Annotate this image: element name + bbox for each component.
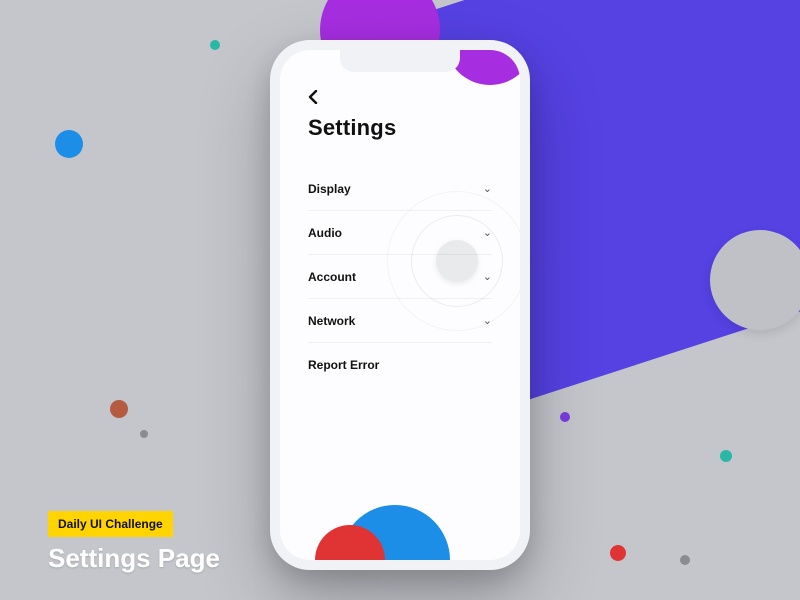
page-caption: Settings Page xyxy=(48,543,220,574)
decorative-circle xyxy=(560,412,570,422)
decorative-circle xyxy=(610,545,626,561)
decorative-circle xyxy=(680,555,690,565)
back-button[interactable] xyxy=(308,90,492,109)
settings-row-account[interactable]: Account ⌄ xyxy=(308,255,492,299)
row-label: Report Error xyxy=(308,358,379,372)
decorative-circle xyxy=(55,130,83,158)
chevron-down-icon: ⌄ xyxy=(483,270,492,283)
phone-mockup: Settings Display ⌄ Audio ⌄ Account ⌄ Net… xyxy=(270,40,530,570)
decorative-circle xyxy=(710,230,800,330)
row-label: Audio xyxy=(308,226,342,240)
settings-list: Display ⌄ Audio ⌄ Account ⌄ Network ⌄ Re… xyxy=(308,167,492,387)
settings-row-audio[interactable]: Audio ⌄ xyxy=(308,211,492,255)
row-label: Network xyxy=(308,314,355,328)
chevron-down-icon: ⌄ xyxy=(483,314,492,327)
footer: Daily UI Challenge Settings Page xyxy=(48,511,220,574)
chevron-down-icon: ⌄ xyxy=(483,182,492,195)
chevron-left-icon xyxy=(308,90,318,104)
settings-row-report-error[interactable]: Report Error xyxy=(308,343,492,387)
chevron-down-icon: ⌄ xyxy=(483,226,492,239)
phone-notch xyxy=(340,50,460,72)
decorative-circle xyxy=(110,400,128,418)
row-label: Account xyxy=(308,270,356,284)
settings-row-display[interactable]: Display ⌄ xyxy=(308,167,492,211)
settings-row-network[interactable]: Network ⌄ xyxy=(308,299,492,343)
decorative-circle xyxy=(720,450,732,462)
page-title: Settings xyxy=(308,115,492,141)
phone-screen: Settings Display ⌄ Audio ⌄ Account ⌄ Net… xyxy=(280,50,520,560)
decorative-circle xyxy=(140,430,148,438)
row-label: Display xyxy=(308,182,351,196)
decorative-circle xyxy=(210,40,220,50)
challenge-badge: Daily UI Challenge xyxy=(48,511,173,537)
